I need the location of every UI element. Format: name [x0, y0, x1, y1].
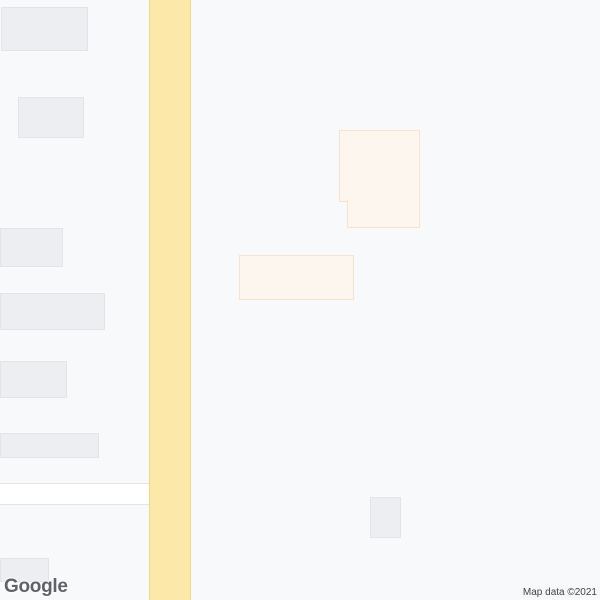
- building: [370, 497, 401, 538]
- map-canvas[interactable]: Google Map data ©2021: [0, 0, 600, 600]
- building: [18, 97, 84, 138]
- google-logo[interactable]: Google: [4, 576, 68, 598]
- poi-building: [347, 200, 420, 228]
- poi-building: [339, 130, 420, 202]
- building: [1, 7, 88, 51]
- poi-building: [239, 255, 354, 300]
- map-attribution[interactable]: Map data ©2021: [519, 587, 600, 598]
- building: [0, 293, 105, 330]
- main-road: [149, 0, 191, 600]
- building: [0, 228, 63, 267]
- building: [0, 433, 99, 458]
- minor-road: [0, 483, 150, 505]
- building: [0, 361, 67, 398]
